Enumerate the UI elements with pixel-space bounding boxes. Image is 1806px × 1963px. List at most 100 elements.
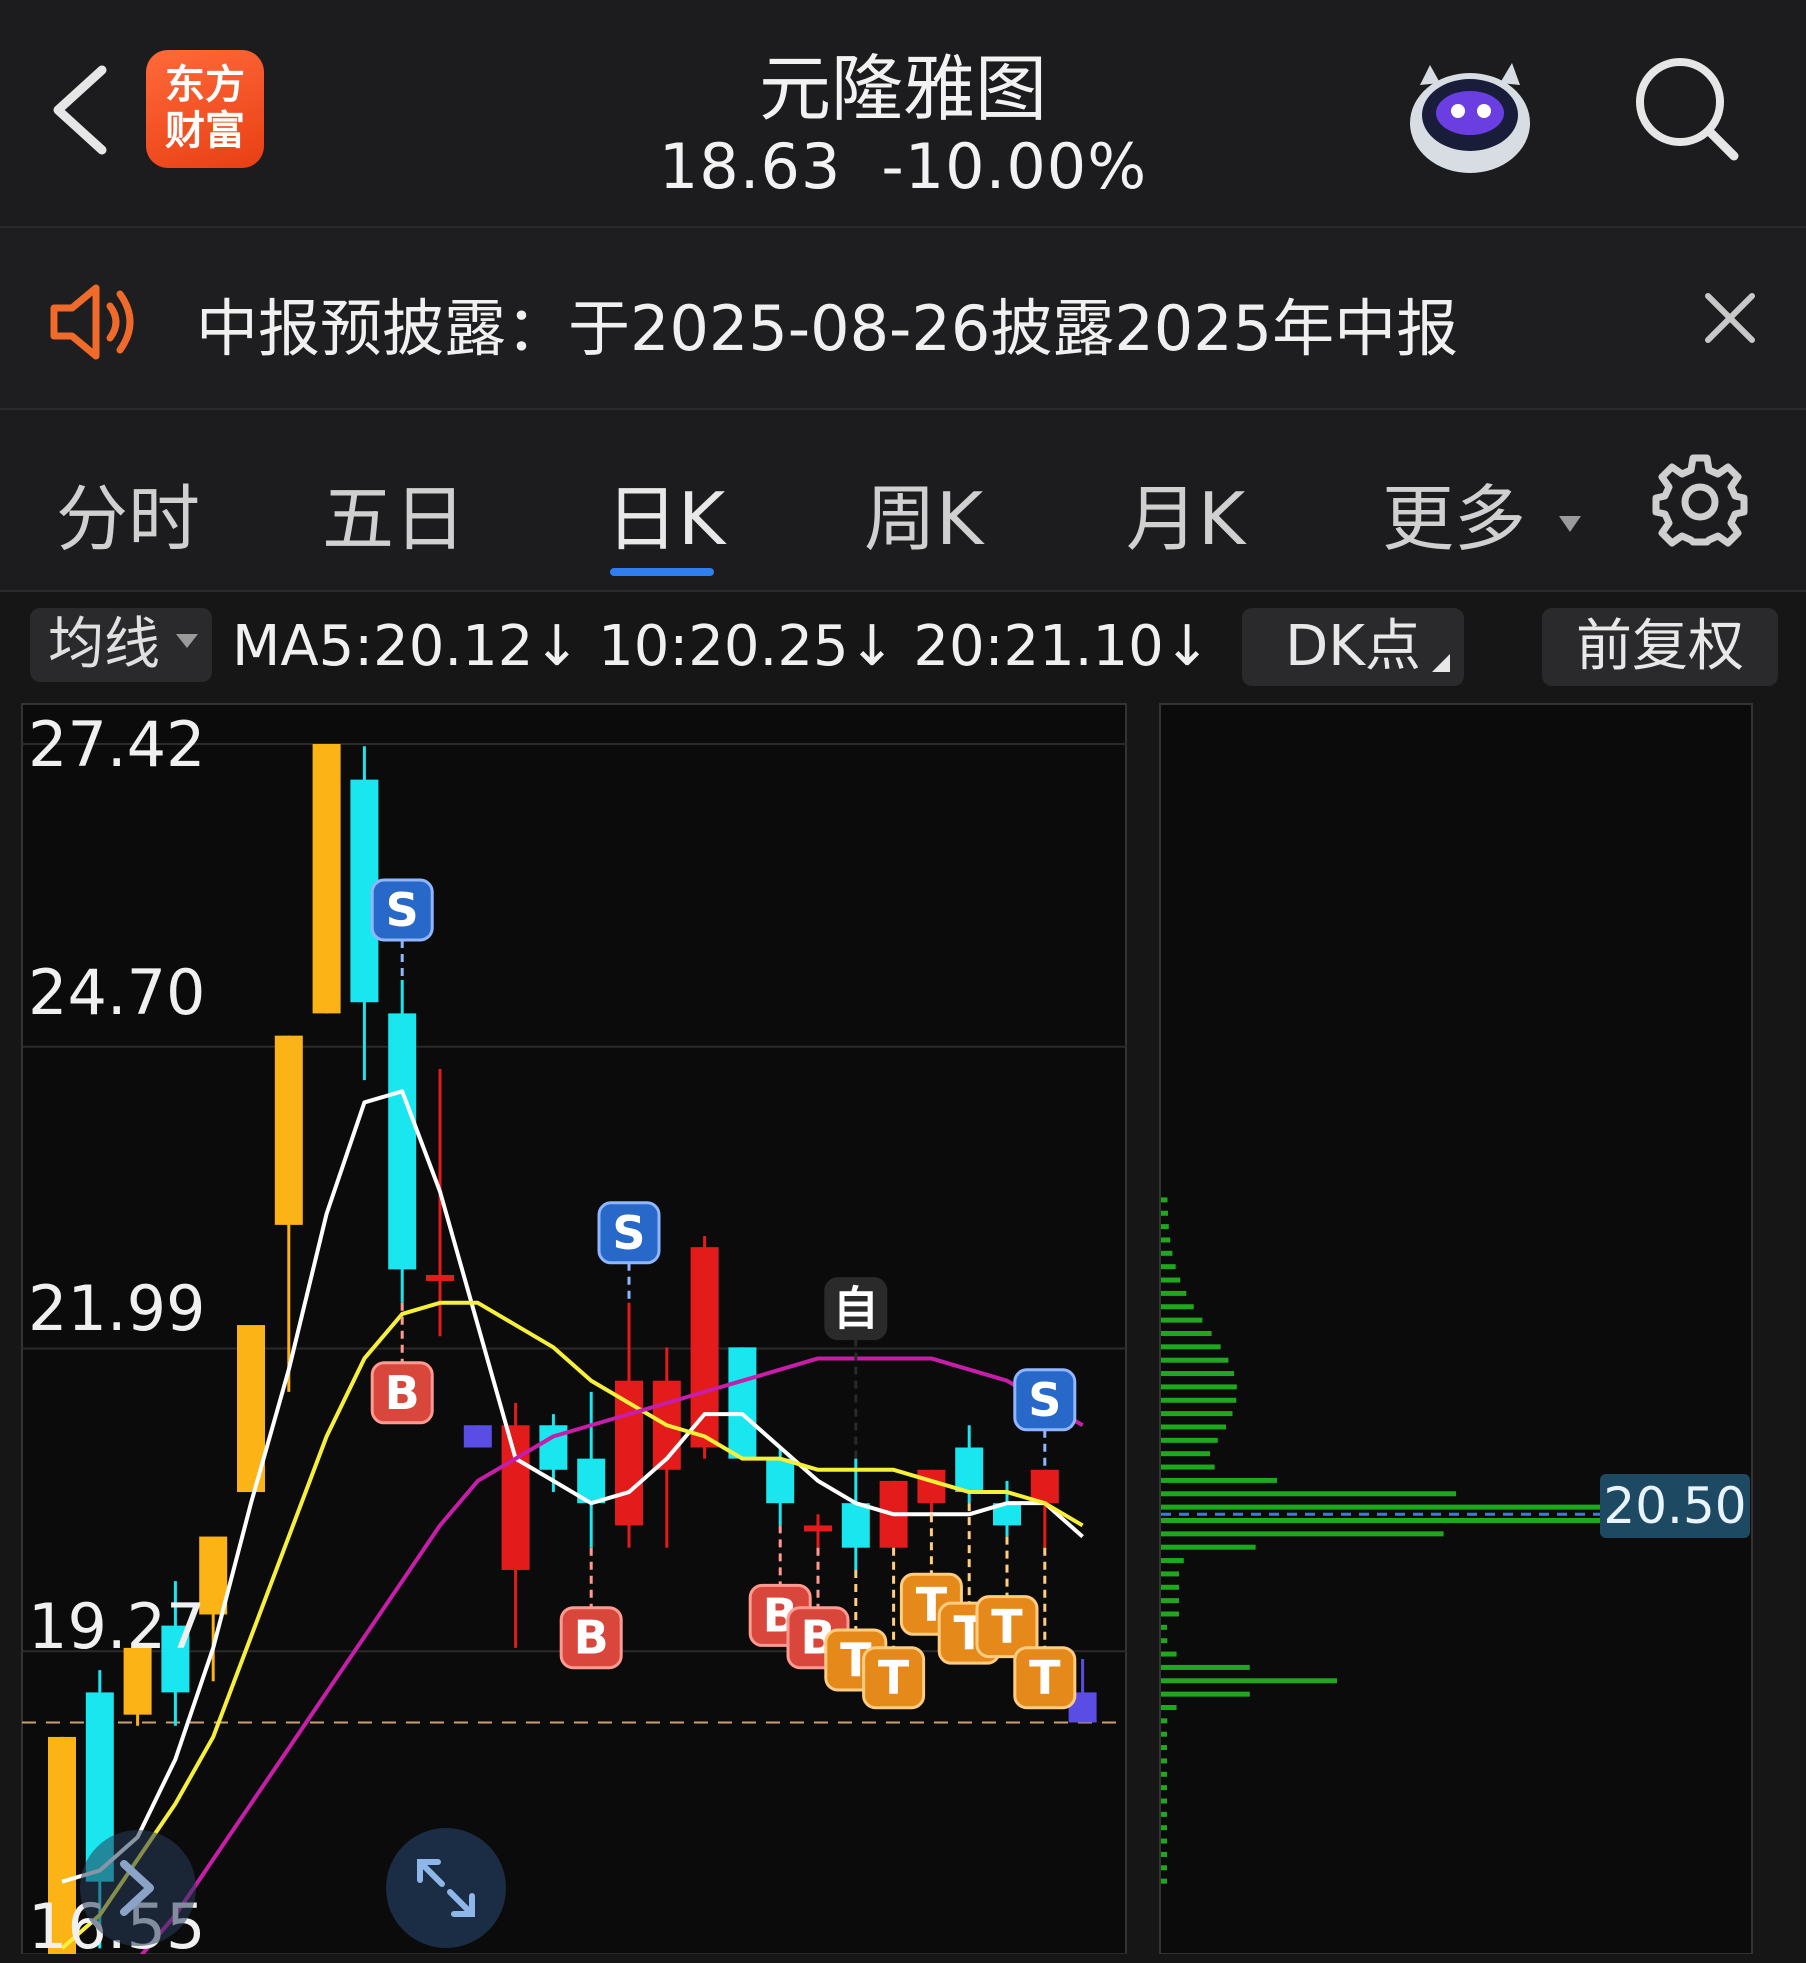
search-icon[interactable]: [1630, 52, 1742, 164]
volume-profile-bar: [1161, 1464, 1215, 1470]
forward-adjust-button[interactable]: 前复权: [1542, 608, 1778, 686]
volume-profile-bar: [1161, 1290, 1187, 1296]
volume-profile-bar: [1161, 1210, 1168, 1216]
volume-profile-bar: [1161, 1197, 1168, 1203]
tab-monthly-k[interactable]: 月K: [1126, 460, 1245, 565]
volume-profile-bar: [1161, 1825, 1167, 1831]
volume-profile-bar: [1161, 1758, 1167, 1764]
volume-profile-bar: [1161, 1691, 1250, 1697]
signal-label: S: [1028, 1373, 1061, 1427]
volume-profile-bar: [1161, 1384, 1237, 1390]
ma-values: MA5:20.12↓ 10:20.25↓ 20:21.10↓: [232, 614, 1211, 679]
volume-profile-bar: [1161, 1584, 1179, 1590]
candle-body: [501, 1425, 530, 1570]
volume-profile-bar: [1161, 1304, 1194, 1310]
candle-body: [804, 1525, 832, 1532]
notice-bar[interactable]: 中报预披露：于2025-08-26披露2025年中报: [0, 228, 1806, 410]
candle-body: [917, 1469, 946, 1504]
volume-profile-bar: [1161, 1344, 1221, 1350]
volume-profile-bar: [1161, 1638, 1168, 1644]
volume-profile-bar: [1161, 1664, 1250, 1670]
volume-profile-area: [1159, 703, 1753, 1954]
volume-profile-bar: [1161, 1571, 1179, 1577]
volume-profile-bar: [1161, 1558, 1184, 1564]
volume-profile-bar: [1161, 1237, 1171, 1243]
candle-body: [312, 744, 341, 1014]
volume-profile-bar: [1161, 1624, 1168, 1630]
tab-intraday[interactable]: 分时: [56, 460, 200, 565]
volume-profile-bar: [1161, 1851, 1167, 1857]
tab-weekly-k[interactable]: 周K: [864, 460, 983, 565]
volume-profile-bar: [1161, 1517, 1659, 1523]
volume-profile-bar: [1161, 1437, 1218, 1443]
volume-profile-bar: [1161, 1611, 1179, 1617]
ma-selector-label: 均线: [48, 612, 160, 677]
corner-triangle-icon: [1432, 654, 1450, 672]
volume-profile-bar: [1161, 1798, 1167, 1804]
volume-profile-bar: [1161, 1411, 1233, 1417]
volume-profile-bar: [1161, 1731, 1168, 1737]
y-axis-label: 24.70: [28, 956, 206, 1029]
candle-body: [728, 1347, 757, 1459]
tab-five-day[interactable]: 五日: [322, 460, 466, 565]
volume-profile-bar: [1161, 1424, 1227, 1430]
stock-change-percent: -10.00%: [881, 130, 1148, 203]
volume-profile-bar: [1161, 1477, 1278, 1483]
dk-point-button[interactable]: DK点: [1242, 608, 1464, 686]
ma-selector[interactable]: 均线: [30, 608, 212, 682]
app-header: 东方 财富 元隆雅图 18.63 -10.00%: [0, 0, 1806, 228]
kline-chart[interactable]: SBSB B B T TTT TTS自: [0, 692, 1806, 1954]
candle-body: [955, 1447, 984, 1493]
volume-profile-bar: [1161, 1264, 1176, 1270]
candle-body: [1030, 1469, 1059, 1504]
volume-profile-bar: [1161, 1371, 1235, 1377]
volume-profile-bar: [1161, 1451, 1211, 1457]
signal-label: T: [991, 1600, 1023, 1654]
tab-more[interactable]: 更多: [1382, 460, 1581, 565]
signal-label: S: [612, 1206, 645, 1260]
dk-point-label: DK点: [1285, 614, 1421, 679]
signal-label: B: [574, 1611, 609, 1665]
chart-toolbar: 均线 MA5:20.12↓ 10:20.25↓ 20:21.10↓ DK点 前复…: [0, 592, 1806, 692]
candle-body: [463, 1425, 492, 1448]
volume-profile-bar: [1161, 1317, 1203, 1323]
volume-profile-bar: [1161, 1811, 1167, 1817]
period-tabs: 分时 五日 日K 周K 月K 更多: [0, 410, 1806, 592]
candle-body: [388, 1013, 417, 1270]
volume-profile-bar: [1161, 1838, 1167, 1844]
volume-profile-bar: [1161, 1745, 1167, 1751]
caret-down-icon: [1558, 516, 1581, 533]
volume-profile-bar: [1161, 1504, 1663, 1510]
volume-profile-bar: [1161, 1357, 1229, 1363]
signal-label: T: [1029, 1651, 1061, 1705]
volume-profile-bar: [1161, 1598, 1179, 1604]
volume-profile-bar: [1161, 1704, 1177, 1710]
y-axis-label: 27.42: [28, 708, 206, 781]
candle-body: [274, 1035, 303, 1225]
chevron-right-icon[interactable]: [80, 1830, 196, 1946]
signal-label: S: [386, 883, 419, 937]
gear-icon[interactable]: [1652, 454, 1748, 550]
signal-label: B: [385, 1366, 420, 1420]
close-icon[interactable]: [1702, 290, 1758, 346]
expand-arrows-icon[interactable]: [386, 1828, 506, 1948]
volume-profile-bar: [1161, 1865, 1167, 1871]
tab-daily-k[interactable]: 日K: [606, 460, 725, 565]
notice-text: 中报预披露：于2025-08-26披露2025年中报: [196, 292, 1459, 365]
y-axis-label: 19.27: [28, 1590, 206, 1663]
y-axis-label: 21.99: [28, 1272, 206, 1345]
candle-body: [690, 1247, 719, 1448]
volume-profile-bar: [1161, 1785, 1167, 1791]
robot-mascot-icon[interactable]: [1400, 45, 1540, 180]
tab-more-label: 更多: [1382, 477, 1527, 561]
stock-price: 18.63: [658, 130, 842, 203]
volume-profile-bar: [1161, 1277, 1181, 1283]
candle-body: [426, 1274, 454, 1281]
volume-profile-bar: [1161, 1491, 1457, 1497]
speaker-icon: [50, 284, 134, 360]
volume-profile-price-label: 20.50: [1600, 1474, 1750, 1538]
volume-profile-bar: [1161, 1878, 1167, 1884]
volume-profile-bar: [1161, 1544, 1256, 1550]
volume-profile-bar: [1161, 1678, 1338, 1684]
volume-profile-bar: [1161, 1651, 1177, 1657]
